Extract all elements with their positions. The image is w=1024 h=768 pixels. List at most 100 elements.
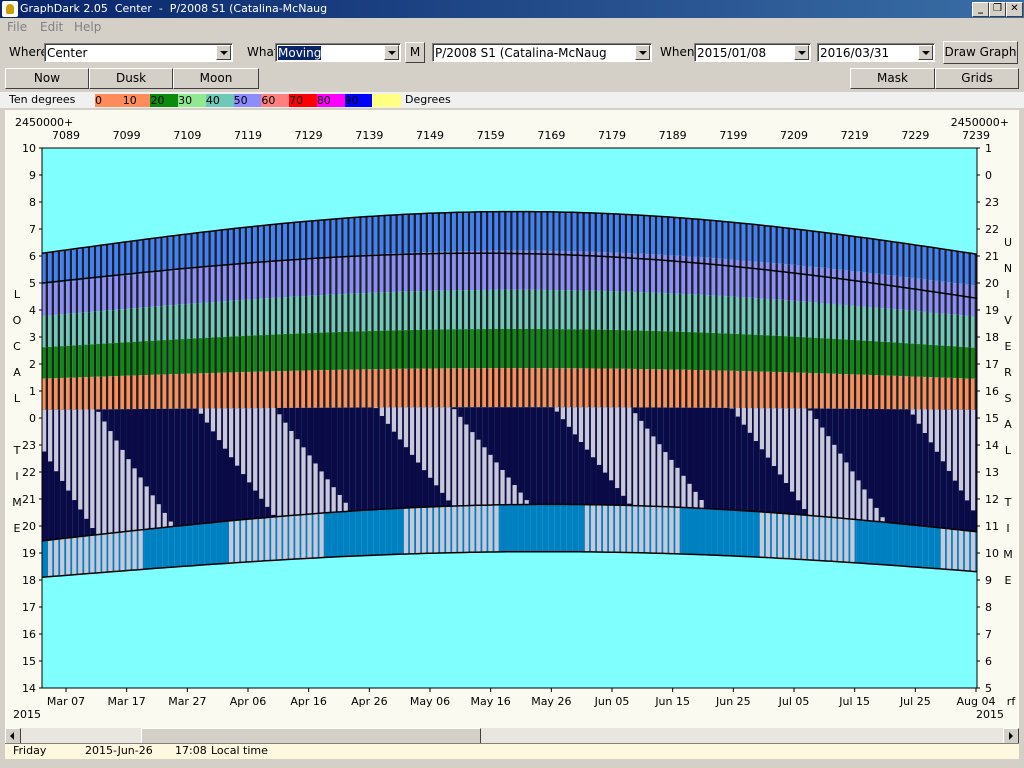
altitude-bar bbox=[222, 372, 227, 409]
chevron-down-icon[interactable] bbox=[216, 45, 231, 60]
altitude-gap bbox=[75, 281, 79, 314]
altitude-bar bbox=[361, 293, 366, 332]
altitude-gap bbox=[292, 259, 296, 297]
minimize-button[interactable]: _ bbox=[972, 2, 989, 17]
twilight-region bbox=[880, 522, 887, 565]
dusk-button[interactable]: Dusk bbox=[89, 68, 173, 89]
m-button[interactable]: M bbox=[405, 42, 425, 63]
twilight-region bbox=[150, 528, 157, 569]
moon-bar bbox=[663, 452, 668, 507]
chevron-down-icon[interactable] bbox=[635, 45, 650, 60]
moon-bar bbox=[416, 507, 421, 554]
mask-button[interactable]: Mask bbox=[850, 68, 935, 89]
altitude-gap bbox=[311, 333, 314, 371]
altitude-bar bbox=[198, 267, 203, 303]
menu-help[interactable]: Help bbox=[74, 20, 101, 34]
menu-file[interactable]: File bbox=[7, 20, 27, 34]
now-button[interactable]: Now bbox=[5, 68, 89, 89]
altitude-bar bbox=[723, 370, 728, 408]
grids-button[interactable]: Grids bbox=[935, 68, 1019, 89]
altitude-bar bbox=[609, 252, 613, 292]
altitude-bar bbox=[192, 233, 197, 269]
chevron-down-icon[interactable] bbox=[384, 45, 399, 60]
twilight-region bbox=[343, 511, 350, 557]
object-combo[interactable]: P/2008 S1 (Catalina-McNaug bbox=[432, 43, 652, 62]
altitude-bar bbox=[747, 371, 752, 409]
altitude-bar bbox=[928, 247, 933, 281]
scroll-thumb[interactable] bbox=[141, 728, 481, 744]
altitude-gap bbox=[184, 304, 187, 340]
altitude-gap bbox=[353, 255, 356, 294]
altitude-gap bbox=[811, 373, 815, 409]
altitude-bar bbox=[409, 214, 414, 253]
altitude-bar bbox=[777, 299, 782, 336]
altitude-bar bbox=[663, 331, 667, 370]
twilight-region bbox=[349, 511, 356, 557]
altitude-gap bbox=[178, 339, 181, 375]
altitude-bar bbox=[114, 309, 119, 343]
altitude-bar bbox=[156, 374, 161, 409]
night-region bbox=[904, 409, 911, 525]
altitude-bar bbox=[409, 291, 414, 331]
altitude-gap bbox=[256, 226, 260, 263]
altitude-gap bbox=[914, 376, 917, 410]
altitude-gap bbox=[69, 345, 73, 378]
twilight-region bbox=[699, 508, 706, 555]
legend-band: 70 bbox=[289, 94, 318, 107]
altitude-bar bbox=[663, 216, 667, 256]
date-to-combo[interactable]: 2016/03/31 bbox=[817, 43, 935, 62]
altitude-bar bbox=[337, 331, 342, 370]
altitude-bar bbox=[892, 342, 897, 376]
altitude-bar bbox=[681, 369, 686, 408]
scroll-right-button[interactable] bbox=[1003, 728, 1019, 744]
right-axis-title-letter: A bbox=[1004, 418, 1012, 431]
moon-bar bbox=[138, 477, 143, 531]
altitude-gap bbox=[87, 344, 91, 378]
altitude-gap bbox=[576, 329, 579, 369]
altitude-bar bbox=[572, 329, 577, 369]
altitude-gap bbox=[636, 330, 640, 369]
altitude-gap bbox=[739, 333, 742, 371]
altitude-gap bbox=[479, 211, 483, 251]
altitude-gap bbox=[781, 263, 784, 300]
restore-button[interactable]: ❐ bbox=[989, 2, 1006, 17]
altitude-bar bbox=[512, 250, 517, 290]
altitude-bar bbox=[639, 215, 643, 254]
what-combo[interactable]: Moving bbox=[275, 43, 401, 62]
altitude-gap bbox=[365, 369, 368, 408]
where-combo[interactable]: Center bbox=[44, 43, 233, 62]
moon-bar bbox=[66, 409, 71, 491]
moon-bar bbox=[826, 517, 831, 562]
altitude-bar bbox=[687, 332, 692, 370]
altitude-gap bbox=[510, 250, 513, 290]
altitude-bar bbox=[403, 368, 408, 408]
horizontal-scrollbar[interactable] bbox=[5, 728, 1019, 744]
moon-button[interactable]: Moon bbox=[173, 68, 259, 89]
chevron-down-icon[interactable] bbox=[918, 45, 933, 60]
altitude-bar bbox=[373, 292, 378, 331]
altitude-gap bbox=[111, 343, 115, 377]
close-button[interactable]: ✕ bbox=[1006, 2, 1023, 17]
object-value: P/2008 S1 (Catalina-McNaug bbox=[435, 46, 607, 60]
scroll-left-button[interactable] bbox=[5, 728, 21, 744]
moon-bar bbox=[657, 444, 662, 507]
date-from-combo[interactable]: 2015/01/08 bbox=[694, 43, 811, 62]
altitude-gap bbox=[292, 333, 296, 371]
what-label: What bbox=[247, 45, 279, 59]
altitude-bar bbox=[916, 376, 921, 410]
draw-graph-button[interactable]: Draw Graph bbox=[943, 41, 1018, 64]
menu-edit[interactable]: Edit bbox=[40, 20, 63, 34]
altitude-gap bbox=[944, 377, 947, 410]
altitude-bar bbox=[946, 250, 951, 283]
altitude-gap bbox=[461, 329, 465, 369]
altitude-graph[interactable]: 2450000+ 2450000+ 7089 7099 7109 7119 7129 7139… bbox=[5, 110, 1019, 728]
chevron-down-icon[interactable] bbox=[794, 45, 809, 60]
altitude-bar bbox=[108, 244, 112, 278]
altitude-bar bbox=[96, 343, 100, 377]
toolbar: Where Center What Moving M P/2008 S1 (Ca… bbox=[0, 38, 1024, 66]
left-tick-label: 9 bbox=[29, 169, 36, 182]
altitude-bar bbox=[524, 368, 529, 408]
twilight-region bbox=[892, 523, 899, 566]
altitude-bar bbox=[108, 376, 112, 410]
night-region bbox=[367, 407, 374, 510]
